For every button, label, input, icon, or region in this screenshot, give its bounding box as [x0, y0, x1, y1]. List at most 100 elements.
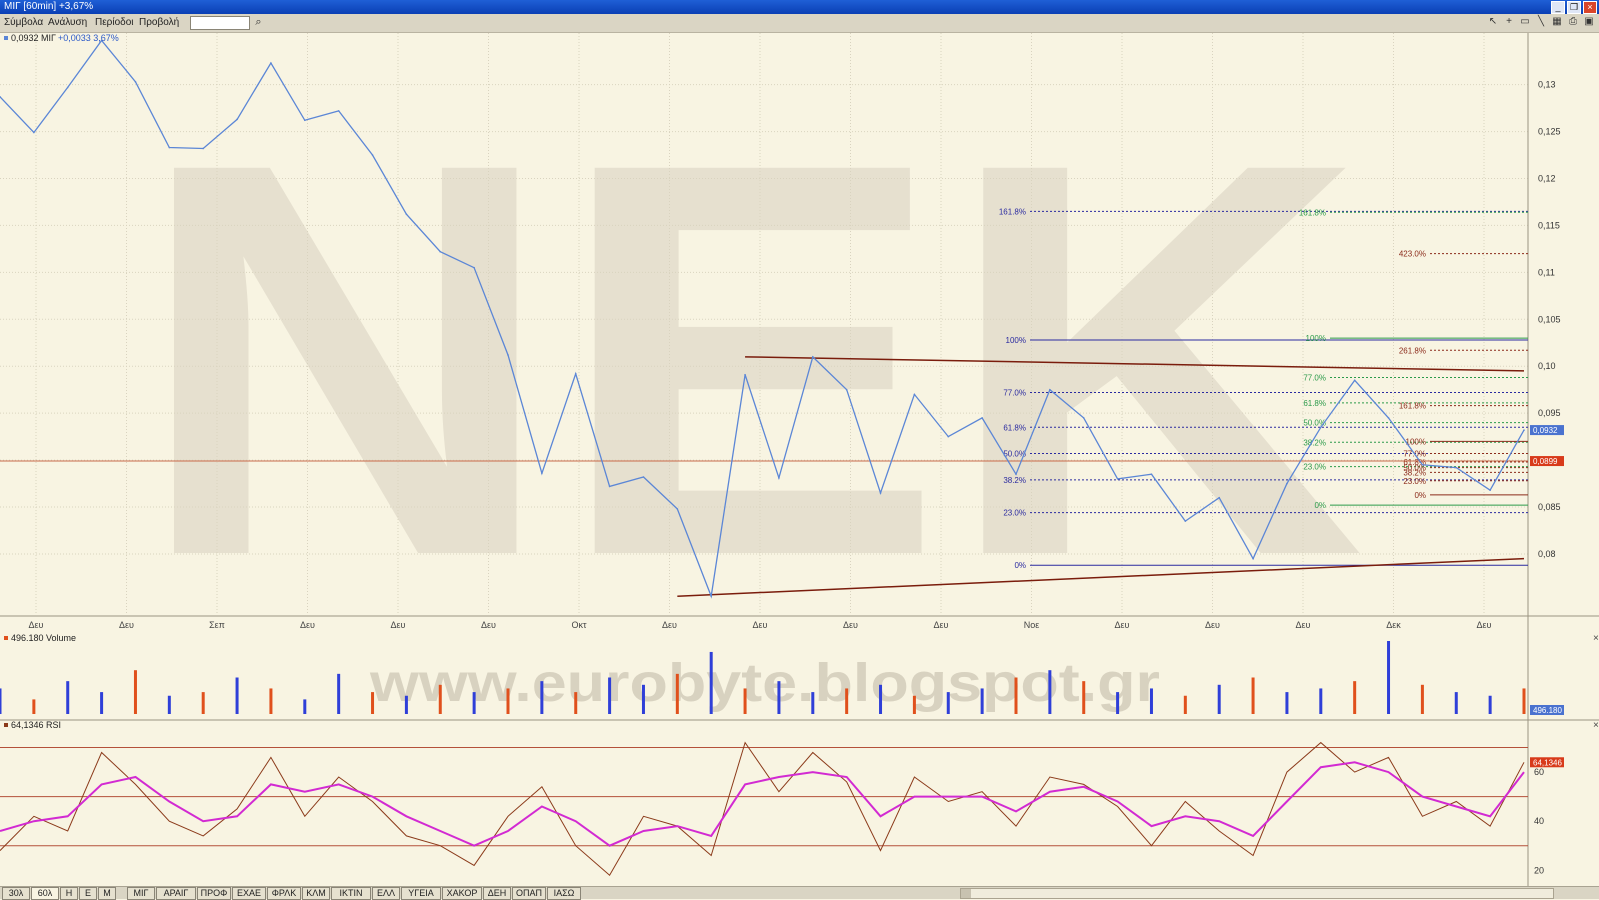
rsi-tick-label: 60	[1534, 767, 1544, 777]
symbol-tab[interactable]: ΑΡΑΙΓ	[156, 887, 196, 900]
price-point	[1015, 473, 1017, 475]
symbol-search-input[interactable]	[190, 16, 250, 30]
price-point	[507, 354, 509, 356]
fib-level-label: 261.8%	[1399, 346, 1426, 355]
volume-bar	[675, 673, 679, 714]
volume-bar	[133, 670, 137, 714]
y-tick-label: 0,10	[1538, 361, 1556, 371]
symbol-tab[interactable]: 30λ	[2, 887, 30, 900]
nek-watermark: NEK	[135, 46, 1365, 672]
symbol-tab[interactable]: ΙΑΣΩ	[547, 887, 581, 900]
symbol-tab[interactable]: ΜΙΓ	[127, 887, 155, 900]
volume-legend-swatch	[4, 636, 8, 640]
volume-legend: 496.180 Volume	[11, 633, 76, 643]
x-tick-label: Δευ	[119, 620, 134, 630]
symbol-tab[interactable]: ΚΛΜ	[302, 887, 330, 900]
volume-bar	[845, 688, 849, 714]
y-tick-label: 0,125	[1538, 127, 1561, 137]
symbol-tab[interactable]: Η	[60, 887, 78, 900]
symbol-tab[interactable]: ΥΓΕΙΑ	[401, 887, 441, 900]
price-point	[337, 110, 340, 112]
volume-bar	[66, 681, 70, 714]
menu-analysis[interactable]: Ανάλυση	[48, 17, 87, 28]
symbol-tab[interactable]: Ε	[79, 887, 97, 900]
price-point	[439, 250, 442, 253]
price-point	[676, 508, 679, 510]
price-change: +0,0033 3,67%	[58, 33, 119, 43]
volume-bar	[1082, 681, 1086, 714]
grid-icon[interactable]: ▦	[1551, 16, 1563, 28]
fib-level-label: 23.0%	[1003, 509, 1026, 518]
volume-bar	[32, 699, 36, 714]
price-point	[1218, 496, 1220, 499]
volume-bar	[540, 681, 544, 714]
volume-bar	[1183, 695, 1187, 714]
symbol-tab[interactable]: ΔΕΗ	[483, 887, 511, 900]
minimize-icon[interactable]: _	[1551, 1, 1565, 14]
price-point	[304, 119, 306, 122]
price-point	[845, 388, 848, 391]
rsi-ma-line	[0, 761, 1525, 847]
symbol-tab[interactable]: Μ	[98, 887, 116, 900]
symbol-tab[interactable]: ΙΚΤΙΝ	[331, 887, 371, 900]
price-point	[608, 485, 611, 488]
pointer-icon[interactable]: ↖	[1487, 16, 1499, 28]
symbol-tab[interactable]: 60λ	[31, 887, 59, 900]
price-point	[1353, 379, 1356, 382]
symbol-tab[interactable]: ΟΠΑΠ	[512, 887, 546, 900]
x-tick-label: Δευ	[843, 620, 858, 630]
menu-view[interactable]: Προβολή	[139, 17, 179, 28]
search-icon[interactable]: ⌕	[252, 16, 265, 29]
close-icon[interactable]: ×	[1583, 1, 1597, 14]
price-point	[405, 213, 408, 215]
x-tick-label: Δευ	[1205, 620, 1220, 630]
menu-periods[interactable]: Περίοδοι	[95, 17, 134, 28]
price-point	[1082, 417, 1085, 419]
crosshair-icon[interactable]: +	[1503, 16, 1515, 28]
y-tick-label: 0,13	[1538, 80, 1556, 90]
y-tick-label: 0,105	[1538, 314, 1561, 324]
volume-bar	[1149, 688, 1153, 714]
symbol-tab[interactable]: ΦΡΛΚ	[267, 887, 301, 900]
volume-bar	[946, 692, 950, 714]
fib-level-label: 50.0%	[1303, 419, 1326, 428]
symbol-tab[interactable]: ΕΛΛ	[372, 887, 400, 900]
fib-level-label: 161.8%	[1399, 402, 1426, 411]
save-icon[interactable]: ▣	[1583, 16, 1595, 28]
rsi-tick-label: 20	[1534, 865, 1544, 875]
chart-area[interactable]: NEKΔευ Δευ Σεπ Δευ Δευ Δευ Οκτ Δευ Δευ Δευ Δευ Νοε Δ…	[0, 33, 1599, 886]
price-point	[1150, 473, 1153, 475]
rectangle-tool-icon[interactable]: ▭	[1519, 16, 1531, 28]
volume-bar	[641, 684, 645, 714]
rsi-tick-label: 40	[1534, 816, 1544, 826]
print-icon[interactable]: ⎙	[1567, 16, 1579, 28]
price-point	[1320, 426, 1322, 429]
volume-bar	[743, 688, 747, 714]
fib-level-label: 23.0%	[1303, 463, 1326, 472]
line-tool-icon[interactable]: ╲	[1535, 16, 1547, 28]
symbol-tab[interactable]: ΕΧΑΕ	[232, 887, 266, 900]
fib-level-label: 161.8%	[999, 207, 1026, 216]
menu-symbols[interactable]: Σύμβολα	[4, 17, 43, 28]
rsi-legend: 64,1346 RSI	[11, 720, 61, 730]
menubar: Σύμβολα Ανάλυση Περίοδοι Προβολή ⌕ ↖ + ▭…	[0, 14, 1599, 33]
close-volume-icon: ×	[1593, 633, 1599, 644]
horizontal-scrollbar[interactable]	[960, 888, 1554, 899]
x-tick-label: Δευ	[391, 620, 406, 630]
volume-bar	[1285, 692, 1289, 714]
price-point	[981, 417, 983, 419]
price-point	[473, 266, 475, 269]
symbol-tab[interactable]: ΧΑΚΟΡ	[442, 887, 482, 900]
restore-icon[interactable]: ❐	[1567, 1, 1581, 14]
x-tick-label: Νοε	[1024, 620, 1040, 630]
fib-level-label: 0%	[1414, 491, 1426, 500]
price-point	[168, 146, 171, 149]
legend-swatch	[4, 36, 8, 40]
symbol-tab[interactable]: ΠΡΟΦ	[197, 887, 231, 900]
volume-bar	[1387, 641, 1391, 714]
fib-level-label: 38.2%	[1303, 438, 1326, 447]
volume-bar	[404, 695, 408, 714]
volume-bar	[1014, 677, 1018, 714]
scroll-thumb[interactable]	[961, 889, 971, 898]
volume-bar	[472, 692, 476, 714]
